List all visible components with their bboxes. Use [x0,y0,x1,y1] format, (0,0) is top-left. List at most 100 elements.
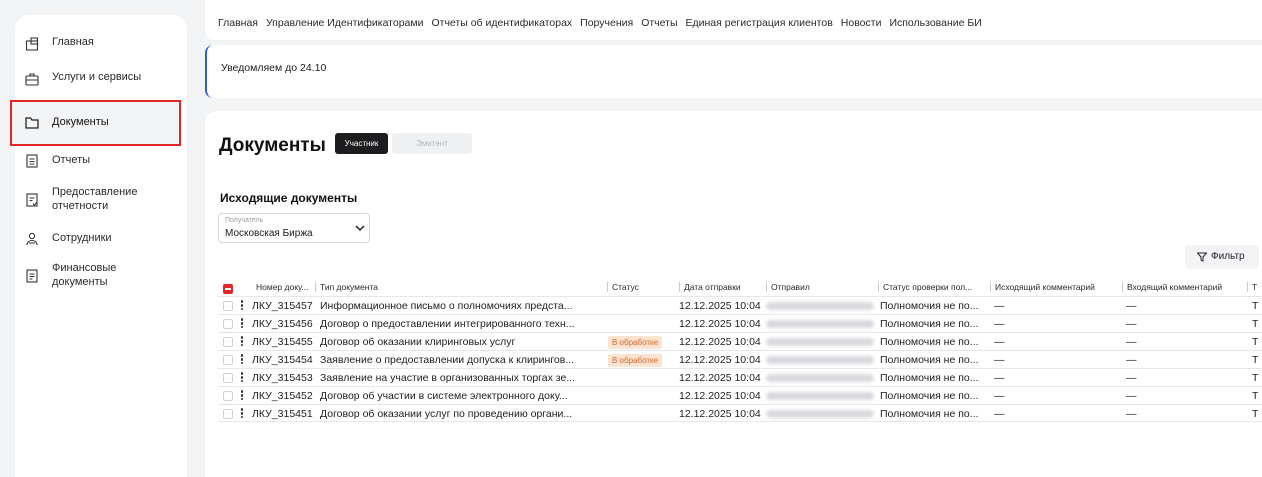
cell-sender-redacted [766,338,874,346]
cell-out-comment: — [994,318,1005,330]
filter-icon [1197,252,1207,262]
table-row[interactable]: ЛКУ_315452 Договор об участии в системе … [218,386,1262,404]
cell-type: Договор об оказании услуг по проведению … [320,408,573,420]
cell-out-comment: — [994,336,1005,348]
cell-sender-redacted [766,374,874,382]
col-header-in-comment[interactable]: Входящий комментарий [1122,282,1245,292]
row-menu-icon[interactable] [240,299,244,313]
documents-card: Документы Участник Эмитент Исходящие док… [205,111,1262,477]
section-title: Исходящие документы [220,191,358,205]
cell-in-comment: — [1126,354,1137,366]
cell-in-comment: — [1126,336,1137,348]
cell-date: 12.12.2025 10:04 [679,390,761,402]
cell-sender-redacted [766,410,874,418]
row-checkbox[interactable] [223,301,233,311]
cell-number: ЛКУ_315457 [252,300,313,312]
nav-link-home[interactable]: Главная [218,17,258,29]
table-row[interactable]: ЛКУ_315457 Информационное письмо о полно… [218,296,1262,314]
table-row[interactable]: ЛКУ_315454 Заявление о предоставлении до… [218,350,1262,368]
col-header-status[interactable]: Статус [607,282,677,292]
row-menu-icon[interactable] [240,353,244,367]
briefcase-icon [25,73,39,86]
cell-in-comment: — [1126,318,1137,330]
sidebar-item-label: Финансовые документы [52,262,117,288]
row-checkbox[interactable] [223,373,233,383]
cell-sender-redacted [766,302,874,310]
cell-t: Т [1252,372,1259,384]
cell-type: Договор о предоставлении интегрированног… [320,318,575,330]
cell-date: 12.12.2025 10:04 [679,354,761,366]
cell-check-status: Полномочия не по... [880,372,979,384]
documents-table: Номер доку... Тип документа Статус Дата … [218,279,1262,422]
nav-link-news[interactable]: Новости [841,17,882,29]
cell-type: Заявление о предоставлении допуска к кли… [320,354,575,366]
table-row[interactable]: ЛКУ_315453 Заявление на участие в органи… [218,368,1262,386]
recipient-caption: Получатель [225,217,264,224]
cell-in-comment: — [1126,408,1137,420]
row-checkbox[interactable] [223,355,233,365]
row-menu-icon[interactable] [240,335,244,349]
col-header-type[interactable]: Тип документа [315,282,605,292]
col-header-t[interactable]: Т [1247,282,1262,292]
status-badge: В обработке [608,354,663,367]
cell-sender-redacted [766,320,874,328]
nav-link-bi-usage[interactable]: Использование БИ [889,17,981,29]
nav-link-client-registration[interactable]: Единая регистрация клиентов [686,17,833,29]
cell-check-status: Полномочия не по... [880,354,979,366]
tab-participant[interactable]: Участник [335,133,388,154]
col-header-date[interactable]: Дата отправки [679,282,764,292]
cell-out-comment: — [994,390,1005,402]
table-row[interactable]: ЛКУ_315456 Договор о предоставлении инте… [218,314,1262,332]
sidebar-item-label: Главная [52,36,94,48]
row-checkbox[interactable] [223,337,233,347]
cell-sender-redacted [766,356,874,364]
row-menu-icon[interactable] [240,407,244,421]
cell-t: Т [1252,354,1259,366]
cell-out-comment: — [994,408,1005,420]
row-menu-icon[interactable] [240,389,244,403]
cell-number: ЛКУ_315455 [252,336,313,348]
sidebar-item-label: Отчеты [52,154,91,166]
row-checkbox[interactable] [223,319,233,329]
cell-check-status: Полномочия не по... [880,336,979,348]
sidebar: Главная Услуги и сервисы Документы Отчет… [10,15,187,477]
row-menu-icon[interactable] [240,317,244,331]
table-row[interactable]: ЛКУ_315455 Договор об оказании клирингов… [218,332,1262,350]
row-checkbox[interactable] [223,391,233,401]
page-title: Документы [219,135,326,156]
row-menu-icon[interactable] [240,371,244,385]
col-header-number[interactable]: Номер доку... [256,282,312,292]
nav-link-reports[interactable]: Отчеты [641,17,677,29]
cell-date: 12.12.2025 10:04 [679,408,761,420]
cell-number: ЛКУ_315454 [252,354,313,366]
cell-t: Т [1252,408,1259,420]
col-header-check-status[interactable]: Статус проверки пол... [878,282,988,292]
nav-link-orders[interactable]: Поручения [580,17,633,29]
select-all-checkbox[interactable] [223,284,233,294]
tab-issuer[interactable]: Эмитент [392,133,472,154]
table-header: Номер доку... Тип документа Статус Дата … [218,279,1262,296]
cell-date: 12.12.2025 10:04 [679,318,761,330]
cell-sender-redacted [766,392,874,400]
cell-number: ЛКУ_315456 [252,318,313,330]
cell-number: ЛКУ_315451 [252,408,313,420]
cell-number: ЛКУ_315453 [252,372,313,384]
row-checkbox[interactable] [223,409,233,419]
cell-type: Информационное письмо о полномочиях пред… [320,300,573,312]
filter-button[interactable]: Фильтр [1185,245,1259,269]
recipient-select[interactable]: Получатель Московская Биржа [218,213,370,243]
notice-text: Уведомляем до 24.10 [221,62,327,74]
col-header-out-comment[interactable]: Исходящий комментарий [990,282,1120,292]
cell-check-status: Полномочия не по... [880,318,979,330]
chevron-down-icon [355,225,365,232]
cell-number: ЛКУ_315452 [252,390,313,402]
cell-date: 12.12.2025 10:04 [679,372,761,384]
sidebar-item-label: Документы [52,116,109,128]
cell-type: Договор об оказании клиринговых услуг [320,336,516,348]
col-header-sender[interactable]: Отправил [766,282,876,292]
nav-link-identifiers[interactable]: Управление Идентификаторами [266,17,424,29]
table-row[interactable]: ЛКУ_315451 Договор об оказании услуг по … [218,404,1262,422]
recipient-value: Московская Биржа [225,228,313,239]
filter-label: Фильтр [1211,251,1245,262]
nav-link-identifier-reports[interactable]: Отчеты об идентификаторах [431,17,572,29]
